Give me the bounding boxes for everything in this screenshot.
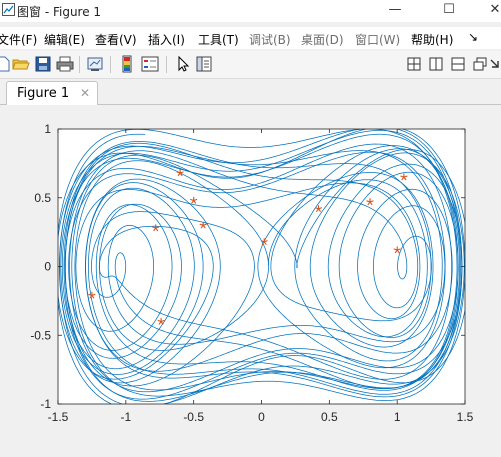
- legend-icon[interactable]: [141, 55, 159, 73]
- menu-edit[interactable]: 编辑(E): [44, 31, 85, 48]
- maximize-button[interactable]: ☐: [429, 0, 469, 22]
- title-bar: 图窗 - Figure 1 — ☐ ✕: [0, 0, 501, 22]
- menu-bar: 文件(F) 编辑(E) 查看(V) 插入(I) 工具(T) 调试(B) 桌面(D…: [0, 27, 501, 49]
- y-tick-label: 0.5: [34, 191, 51, 205]
- y-tick-label: -1: [40, 397, 51, 411]
- x-tick-label: 1.5: [457, 410, 474, 424]
- menu-window[interactable]: 窗口(W): [355, 31, 400, 48]
- tile-rows-icon[interactable]: [449, 55, 467, 73]
- menu-file[interactable]: 文件(F): [0, 31, 37, 48]
- menu-dock-arrow-icon[interactable]: ↘: [468, 30, 478, 44]
- menu-help[interactable]: 帮助(H): [411, 31, 453, 48]
- menu-insert[interactable]: 插入(I): [148, 31, 185, 48]
- y-tick-label: 1: [44, 122, 51, 136]
- matlab-figure-icon: [2, 3, 15, 19]
- new-figure-icon[interactable]: [0, 55, 12, 73]
- float-window-icon[interactable]: [471, 55, 489, 73]
- plot-canvas[interactable]: -1.5 -1 -0.5 0 0.5 1 1.5-1-0.500.51: [0, 105, 501, 457]
- y-tick-label: 0: [44, 260, 51, 274]
- menu-debug[interactable]: 调试(B): [249, 31, 291, 48]
- toolbar-separator: [110, 56, 111, 73]
- figure-toolbar: [0, 51, 501, 79]
- x-tick-label: -1.5: [48, 410, 69, 424]
- print-icon[interactable]: [56, 55, 74, 73]
- x-tick-label: 0.5: [321, 410, 338, 424]
- menu-desktop[interactable]: 桌面(D): [301, 31, 344, 48]
- window-title: 图窗 - Figure 1: [17, 5, 102, 19]
- x-tick-label: 1: [394, 410, 401, 424]
- toolbar-separator: [166, 56, 167, 73]
- figure-tab-strip: Figure 1 ✕: [0, 79, 501, 105]
- minimize-button[interactable]: —: [375, 0, 415, 22]
- toolbar-separator: [79, 56, 80, 73]
- menu-tools[interactable]: 工具(T): [198, 31, 239, 48]
- y-tick-label: -0.5: [30, 328, 51, 342]
- link-print-icon[interactable]: [86, 55, 104, 73]
- tab-label: Figure 1: [17, 86, 70, 101]
- dock-arrow-icon[interactable]: [489, 55, 501, 73]
- figure-canvas[interactable]: -1.5 -1 -0.5 0 0.5 1 1.5 -1 -0.5 0 0.5 1: [0, 105, 501, 457]
- menu-view[interactable]: 查看(V): [95, 31, 137, 48]
- close-button[interactable]: ✕: [475, 0, 501, 22]
- tab-figure-1[interactable]: Figure 1 ✕: [6, 81, 98, 105]
- pointer-icon[interactable]: [174, 55, 192, 73]
- tile-columns-icon[interactable]: [427, 55, 445, 73]
- save-icon[interactable]: [34, 55, 52, 73]
- tile-grid-icon[interactable]: [405, 55, 423, 73]
- x-tick-label: -1: [120, 410, 131, 424]
- colorbar-icon[interactable]: [118, 55, 136, 73]
- x-tick-label: -0.5: [183, 410, 204, 424]
- x-tick-label: 0: [258, 410, 265, 424]
- tab-close-icon[interactable]: ✕: [80, 86, 90, 100]
- property-inspector-icon[interactable]: [195, 55, 213, 73]
- open-folder-icon[interactable]: [12, 55, 30, 73]
